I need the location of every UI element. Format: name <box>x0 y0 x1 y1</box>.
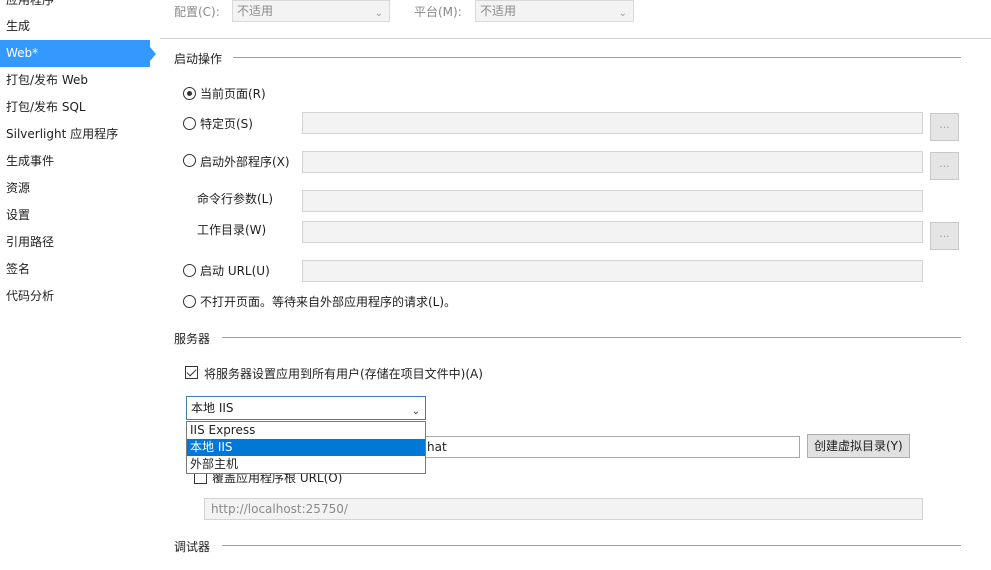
server-type-dropdown: IIS Express 本地 IIS 外部主机 <box>186 421 426 474</box>
working-dir-label: 工作目录(W) <box>197 223 267 237</box>
sidebar-item-package-sql[interactable]: 打包/发布 SQL <box>0 94 152 121</box>
section-divider <box>233 57 961 58</box>
sidebar-item-signing[interactable]: 签名 <box>0 256 152 283</box>
dropdown-option-iis-express[interactable]: IIS Express <box>187 422 425 439</box>
start-action-title: 启动操作 <box>174 52 223 66</box>
start-external-browse-button[interactable]: ... <box>930 152 959 180</box>
sidebar-item-package-web[interactable]: 打包/发布 Web <box>0 67 152 94</box>
project-url-input[interactable]: hat <box>410 436 800 458</box>
dont-open-label: 不打开页面。等待来自外部应用程序的请求(L)。 <box>200 295 457 309</box>
sidebar-item-build-events[interactable]: 生成事件 <box>0 148 152 175</box>
start-external-radio[interactable] <box>183 154 196 167</box>
start-url-label: 启动 URL(U) <box>200 264 270 278</box>
cmd-args-input[interactable] <box>302 190 923 212</box>
specific-page-label: 特定页(S) <box>200 117 253 131</box>
config-label: 配置(C): <box>174 5 220 19</box>
header-divider <box>160 38 991 39</box>
specific-page-radio[interactable] <box>183 117 196 130</box>
chevron-down-icon: ⌄ <box>374 8 383 19</box>
project-url-value: hat <box>427 440 447 454</box>
apply-all-users-label: 将服务器设置应用到所有用户(存储在项目文件中)(A) <box>204 367 483 381</box>
chevron-down-icon: ⌄ <box>618 8 627 19</box>
start-url-input[interactable] <box>302 260 923 282</box>
platform-select-value: 不适用 <box>480 4 517 18</box>
current-page-radio[interactable] <box>183 87 196 100</box>
cmd-args-label: 命令行参数(L) <box>197 192 274 206</box>
section-divider <box>222 337 961 338</box>
sidebar-item-web[interactable]: Web* <box>0 40 156 67</box>
start-external-input[interactable] <box>302 151 923 173</box>
debuggers-title: 调试器 <box>174 540 211 554</box>
dropdown-option-external-host[interactable]: 外部主机 <box>187 456 425 473</box>
sidebar-item-code-analysis[interactable]: 代码分析 <box>0 283 152 310</box>
dropdown-option-local-iis[interactable]: 本地 IIS <box>187 439 425 456</box>
server-type-select[interactable]: 本地 IIS ⌄ <box>186 396 426 420</box>
server-type-value: 本地 IIS <box>191 401 234 415</box>
root-url-value: http://localhost:25750/ <box>211 502 348 516</box>
sidebar-item-settings[interactable]: 设置 <box>0 202 152 229</box>
config-select-value: 不适用 <box>237 4 274 18</box>
specific-page-browse-button[interactable]: ... <box>930 113 959 141</box>
sidebar-item-application[interactable]: 应用程序 <box>0 0 152 14</box>
sidebar-item-silverlight[interactable]: Silverlight 应用程序 <box>0 121 152 148</box>
create-virtual-directory-button[interactable]: 创建虚拟目录(Y) <box>807 434 910 458</box>
specific-page-input[interactable] <box>302 112 923 134</box>
chevron-down-icon: ⌄ <box>411 406 420 417</box>
start-external-label: 启动外部程序(X) <box>200 155 290 169</box>
servers-title: 服务器 <box>174 332 211 346</box>
sidebar: 应用程序 生成 Web* 打包/发布 Web 打包/发布 SQL Silverl… <box>0 0 160 570</box>
section-divider <box>222 545 961 546</box>
sidebar-item-resources[interactable]: 资源 <box>0 175 152 202</box>
start-url-radio[interactable] <box>183 264 196 277</box>
config-select: 不适用 ⌄ <box>232 0 390 22</box>
sidebar-item-build[interactable]: 生成 <box>0 13 152 40</box>
dont-open-radio[interactable] <box>183 295 196 308</box>
current-page-label: 当前页面(R) <box>200 87 266 101</box>
working-dir-input[interactable] <box>302 221 923 243</box>
platform-label: 平台(M): <box>414 5 462 19</box>
apply-all-users-checkbox[interactable] <box>185 366 198 379</box>
root-url-input[interactable]: http://localhost:25750/ <box>204 498 923 520</box>
platform-select: 不适用 ⌄ <box>475 0 634 22</box>
working-dir-browse-button[interactable]: ... <box>930 222 959 250</box>
sidebar-item-reference-paths[interactable]: 引用路径 <box>0 229 152 256</box>
